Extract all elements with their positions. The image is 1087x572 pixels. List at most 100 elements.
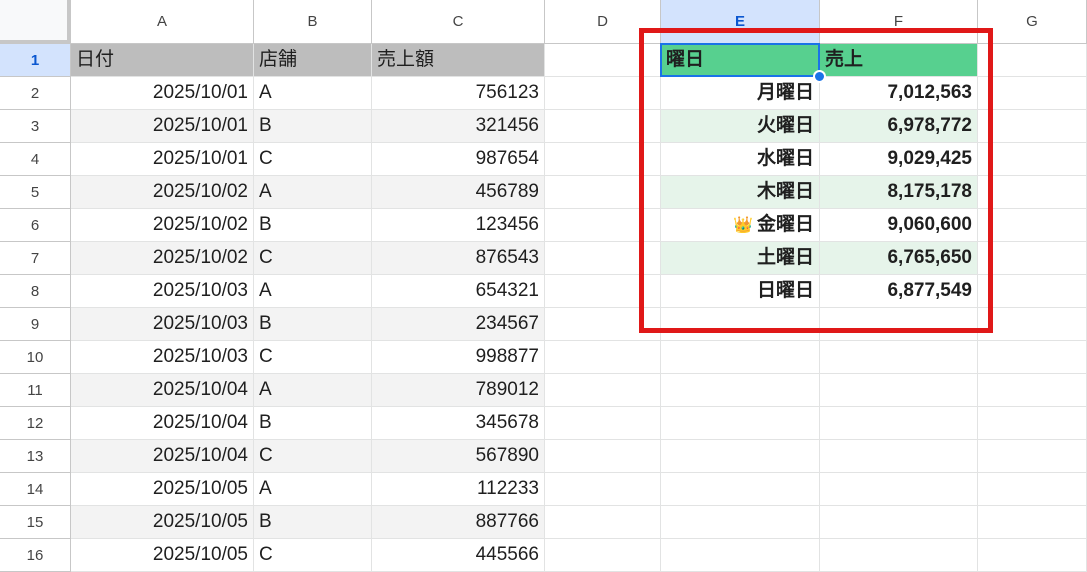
table-cell-date[interactable]: 2025/10/02 xyxy=(71,209,254,242)
empty-cell[interactable] xyxy=(820,506,978,539)
table-cell-store[interactable]: C xyxy=(254,539,372,572)
column-header-c[interactable]: C xyxy=(372,0,545,44)
empty-cell[interactable] xyxy=(978,209,1087,242)
row-header-5[interactable]: 5 xyxy=(0,176,71,209)
table-cell-store[interactable]: C xyxy=(254,242,372,275)
empty-cell[interactable] xyxy=(978,77,1087,110)
table-cell-store[interactable]: C xyxy=(254,143,372,176)
table-cell-store[interactable]: B xyxy=(254,308,372,341)
empty-cell[interactable] xyxy=(661,407,820,440)
table-cell-sales[interactable]: 345678 xyxy=(372,407,545,440)
cell-b1-store-header[interactable]: 店舗 xyxy=(254,44,372,77)
column-header-b[interactable]: B xyxy=(254,0,372,44)
empty-cell[interactable] xyxy=(661,539,820,572)
empty-cell[interactable] xyxy=(978,341,1087,374)
empty-cell[interactable] xyxy=(661,374,820,407)
table-cell-sales[interactable]: 987654 xyxy=(372,143,545,176)
empty-cell[interactable] xyxy=(820,407,978,440)
table-cell-store[interactable]: A xyxy=(254,374,372,407)
table-cell-sales[interactable]: 567890 xyxy=(372,440,545,473)
table-cell-date[interactable]: 2025/10/04 xyxy=(71,374,254,407)
row-header-3[interactable]: 3 xyxy=(0,110,71,143)
table-cell-sales[interactable]: 321456 xyxy=(372,110,545,143)
table-cell-sales[interactable]: 456789 xyxy=(372,176,545,209)
table-cell-sales[interactable]: 876543 xyxy=(372,242,545,275)
row-header-14[interactable]: 14 xyxy=(0,473,71,506)
table-cell-sales[interactable]: 112233 xyxy=(372,473,545,506)
row-header-7[interactable]: 7 xyxy=(0,242,71,275)
empty-cell[interactable] xyxy=(978,407,1087,440)
empty-cell[interactable] xyxy=(978,275,1087,308)
empty-cell[interactable] xyxy=(978,374,1087,407)
table-cell-date[interactable]: 2025/10/01 xyxy=(71,77,254,110)
table-cell-date[interactable]: 2025/10/04 xyxy=(71,440,254,473)
empty-cell[interactable] xyxy=(661,473,820,506)
row-header-2[interactable]: 2 xyxy=(0,77,71,110)
row-header-12[interactable]: 12 xyxy=(0,407,71,440)
table-cell-store[interactable]: B xyxy=(254,506,372,539)
empty-cell[interactable] xyxy=(978,440,1087,473)
table-cell-store[interactable]: A xyxy=(254,275,372,308)
table-cell-date[interactable]: 2025/10/03 xyxy=(71,341,254,374)
empty-cell[interactable] xyxy=(978,143,1087,176)
table-cell-date[interactable]: 2025/10/03 xyxy=(71,308,254,341)
table-cell-sales[interactable]: 756123 xyxy=(372,77,545,110)
empty-cell[interactable] xyxy=(545,407,661,440)
cell-c1-sales-header[interactable]: 売上額 xyxy=(372,44,545,77)
column-header-g[interactable]: G xyxy=(978,0,1087,44)
table-cell-sales[interactable]: 789012 xyxy=(372,374,545,407)
empty-cell[interactable] xyxy=(820,539,978,572)
select-all-corner[interactable] xyxy=(0,0,71,44)
row-header-9[interactable]: 9 xyxy=(0,308,71,341)
row-header-6[interactable]: 6 xyxy=(0,209,71,242)
empty-cell[interactable] xyxy=(978,44,1087,77)
empty-cell[interactable] xyxy=(978,176,1087,209)
empty-cell[interactable] xyxy=(978,110,1087,143)
empty-cell[interactable] xyxy=(978,242,1087,275)
empty-cell[interactable] xyxy=(978,308,1087,341)
table-cell-date[interactable]: 2025/10/01 xyxy=(71,143,254,176)
table-cell-sales[interactable]: 887766 xyxy=(372,506,545,539)
table-cell-date[interactable]: 2025/10/03 xyxy=(71,275,254,308)
row-header-16[interactable]: 16 xyxy=(0,539,71,572)
table-cell-store[interactable]: A xyxy=(254,176,372,209)
empty-cell[interactable] xyxy=(978,539,1087,572)
table-cell-store[interactable]: B xyxy=(254,110,372,143)
empty-cell[interactable] xyxy=(978,473,1087,506)
table-cell-date[interactable]: 2025/10/04 xyxy=(71,407,254,440)
empty-cell[interactable] xyxy=(545,473,661,506)
empty-cell[interactable] xyxy=(545,506,661,539)
row-header-13[interactable]: 13 xyxy=(0,440,71,473)
table-cell-sales[interactable]: 998877 xyxy=(372,341,545,374)
table-cell-sales[interactable]: 123456 xyxy=(372,209,545,242)
empty-cell[interactable] xyxy=(661,506,820,539)
empty-cell[interactable] xyxy=(820,473,978,506)
empty-cell[interactable] xyxy=(661,341,820,374)
row-header-4[interactable]: 4 xyxy=(0,143,71,176)
empty-cell[interactable] xyxy=(545,341,661,374)
table-cell-sales[interactable]: 445566 xyxy=(372,539,545,572)
empty-cell[interactable] xyxy=(820,341,978,374)
row-header-1[interactable]: 1 xyxy=(0,44,71,77)
empty-cell[interactable] xyxy=(978,506,1087,539)
table-cell-store[interactable]: C xyxy=(254,440,372,473)
table-cell-store[interactable]: C xyxy=(254,341,372,374)
column-header-a[interactable]: A xyxy=(71,0,254,44)
empty-cell[interactable] xyxy=(820,440,978,473)
row-header-11[interactable]: 11 xyxy=(0,374,71,407)
row-header-15[interactable]: 15 xyxy=(0,506,71,539)
row-header-8[interactable]: 8 xyxy=(0,275,71,308)
table-cell-date[interactable]: 2025/10/02 xyxy=(71,176,254,209)
table-cell-date[interactable]: 2025/10/05 xyxy=(71,506,254,539)
row-header-10[interactable]: 10 xyxy=(0,341,71,374)
table-cell-date[interactable]: 2025/10/05 xyxy=(71,473,254,506)
table-cell-store[interactable]: A xyxy=(254,473,372,506)
empty-cell[interactable] xyxy=(545,440,661,473)
table-cell-store[interactable]: A xyxy=(254,77,372,110)
cell-a1-date-header[interactable]: 日付 xyxy=(71,44,254,77)
table-cell-store[interactable]: B xyxy=(254,209,372,242)
empty-cell[interactable] xyxy=(820,374,978,407)
empty-cell[interactable] xyxy=(661,440,820,473)
table-cell-date[interactable]: 2025/10/02 xyxy=(71,242,254,275)
table-cell-date[interactable]: 2025/10/01 xyxy=(71,110,254,143)
